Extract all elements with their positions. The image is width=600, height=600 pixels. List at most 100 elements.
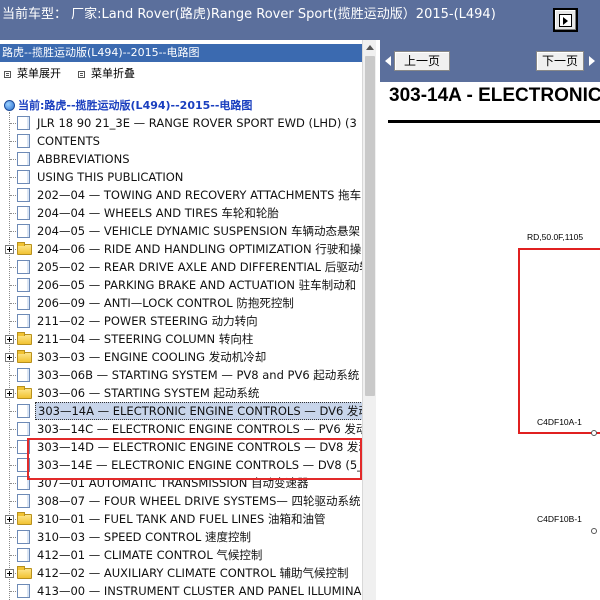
document-icon xyxy=(17,548,30,562)
tree-item[interactable]: 412—01 — CLIMATE CONTROL 气候控制 xyxy=(0,546,362,564)
tree-item-label: 303—06 — STARTING SYSTEM 起动系统 xyxy=(37,386,260,400)
folder-icon xyxy=(17,332,32,345)
document-icon xyxy=(17,116,30,130)
tree-item[interactable]: 303—03 — ENGINE COOLING 发动机冷却 xyxy=(0,348,362,366)
tree-item[interactable]: 413—00 — INSTRUMENT CLUSTER AND PANEL IL… xyxy=(0,582,362,600)
globe-icon xyxy=(4,99,15,111)
scroll-thumb[interactable] xyxy=(365,56,375,396)
tree-scrollbar[interactable] xyxy=(362,40,376,600)
wire-label: RD,50.0F,1105 xyxy=(527,232,584,242)
document-icon xyxy=(17,530,30,544)
expand-menu-button[interactable]: 菜单展开 xyxy=(4,66,61,82)
expand-plus-icon[interactable] xyxy=(5,335,14,344)
tree-item-label: 211—02 — POWER STEERING 动力转向 xyxy=(37,314,258,328)
collapse-menu-button[interactable]: 菜单折叠 xyxy=(78,66,135,82)
expand-plus-icon[interactable] xyxy=(5,515,14,524)
tree-item-label: JLR 18 90 21_3E — RANGE ROVER SPORT EWD … xyxy=(37,116,357,130)
folder-icon xyxy=(17,386,32,399)
previous-page-button[interactable]: 上一页 xyxy=(394,51,450,71)
tree-item-selected[interactable]: 303—14A — ELECTRONIC ENGINE CONTROLS — D… xyxy=(0,402,362,420)
tree-item[interactable]: 204—05 — VEHICLE DYNAMIC SUSPENSION 车辆动态… xyxy=(0,222,362,240)
connector-label: C4DF10B-1 xyxy=(537,514,582,524)
annotation-highlight-box xyxy=(27,438,362,480)
document-icon xyxy=(17,260,30,274)
tree-item-label: 204—04 — WHEELS AND TIRES 车轮和轮胎 xyxy=(37,206,279,220)
tree-item-label: 204—05 — VEHICLE DYNAMIC SUSPENSION 车辆动态… xyxy=(37,224,360,238)
tree-item-label: 412—01 — CLIMATE CONTROL 气候控制 xyxy=(37,548,263,562)
list-icon xyxy=(78,70,85,78)
tree-item-label: USING THIS PUBLICATION xyxy=(37,170,184,184)
tree-item[interactable]: ABBREVIATIONS xyxy=(0,150,362,168)
scroll-up-button[interactable] xyxy=(363,40,377,54)
document-icon xyxy=(17,404,30,418)
tree-item[interactable]: 303—06 — STARTING SYSTEM 起动系统 xyxy=(0,384,362,402)
tree-item-label: 202—04 — TOWING AND RECOVERY ATTACHMENTS… xyxy=(37,188,362,202)
document-title-bar: 路虎--揽胜运动版(L494)--2015--电路图 xyxy=(0,44,362,62)
tree-item[interactable]: 211—02 — POWER STEERING 动力转向 xyxy=(0,312,362,330)
tree-item-label: 308—07 — FOUR WHEEL DRIVE SYSTEMS— 四轮驱动系… xyxy=(37,494,361,508)
tree-item-label: 303—06B — STARTING SYSTEM — PV8 and PV6 … xyxy=(37,368,360,382)
tree-item[interactable]: 303—06B — STARTING SYSTEM — PV8 and PV6 … xyxy=(0,366,362,384)
connector-terminal xyxy=(591,430,597,436)
folder-icon xyxy=(17,512,32,525)
tree-item[interactable]: 310—03 — SPEED CONTROL 速度控制 xyxy=(0,528,362,546)
tree-root-label: 当前:路虎--揽胜运动版(L494)--2015--电路图 xyxy=(18,99,253,112)
tree-item-label: 303—14A — ELECTRONIC ENGINE CONTROLS — D… xyxy=(35,402,362,420)
folder-icon xyxy=(17,350,32,363)
tree-item[interactable]: USING THIS PUBLICATION xyxy=(0,168,362,186)
tree-item[interactable]: CONTENTS xyxy=(0,132,362,150)
tree-item-label: 206—09 — ANTI—LOCK CONTROL 防抱死控制 xyxy=(37,296,294,310)
tree-item[interactable]: 310—01 — FUEL TANK AND FUEL LINES 油箱和油管 xyxy=(0,510,362,528)
document-icon xyxy=(17,368,30,382)
tree-item-label: 413—00 — INSTRUMENT CLUSTER AND PANEL IL… xyxy=(37,584,362,598)
tree-item[interactable]: 308—07 — FOUR WHEEL DRIVE SYSTEMS— 四轮驱动系… xyxy=(0,492,362,510)
window-toggle-button[interactable] xyxy=(553,8,578,32)
arrow-up-icon xyxy=(366,44,374,50)
document-icon xyxy=(17,314,30,328)
app-window: 当前车型： 厂家:Land Rover(路虎)Range Rover Sport… xyxy=(0,0,600,600)
connector-label: C4DF10A-1 xyxy=(537,417,582,427)
expand-plus-icon[interactable] xyxy=(5,245,14,254)
tree-item[interactable]: 206—09 — ANTI—LOCK CONTROL 防抱死控制 xyxy=(0,294,362,312)
tree-item-label: CONTENTS xyxy=(37,134,100,148)
collapse-menu-label: 菜单折叠 xyxy=(91,67,135,80)
tree-item-label: 412—02 — AUXILIARY CLIMATE CONTROL 辅助气候控… xyxy=(37,566,349,580)
tree-item[interactable]: 412—02 — AUXILIARY CLIMATE CONTROL 辅助气候控… xyxy=(0,564,362,582)
tree-item[interactable]: 206—05 — PARKING BRAKE AND ACTUATION 驻车制… xyxy=(0,276,362,294)
document-icon xyxy=(17,170,30,184)
document-icon xyxy=(17,134,30,148)
tree-item[interactable]: 202—04 — TOWING AND RECOVERY ATTACHMENTS… xyxy=(0,186,362,204)
document-icon xyxy=(17,296,30,310)
expand-plus-icon[interactable] xyxy=(5,389,14,398)
tree-item[interactable]: 205—02 — REAR DRIVE AXLE AND DIFFERENTIA… xyxy=(0,258,362,276)
play-icon xyxy=(559,13,572,27)
current-vehicle-label: 当前车型： 厂家:Land Rover(路虎)Range Rover Sport… xyxy=(2,7,496,22)
triangle-right-icon xyxy=(589,56,595,66)
tree-item-label: 206—05 — PARKING BRAKE AND ACTUATION 驻车制… xyxy=(37,278,357,292)
tree-item-label: 303—14C — ELECTRONIC ENGINE CONTROLS — P… xyxy=(37,422,362,436)
tree-item-label: 205—02 — REAR DRIVE AXLE AND DIFFERENTIA… xyxy=(37,260,362,274)
triangle-left-icon xyxy=(385,56,391,66)
list-icon xyxy=(4,70,11,78)
document-icon xyxy=(17,278,30,292)
expand-plus-icon[interactable] xyxy=(5,569,14,578)
tree-item-label: 211—04 — STEERING COLUMN 转向柱 xyxy=(37,332,254,346)
tree-item[interactable]: 303—14C — ELECTRONIC ENGINE CONTROLS — P… xyxy=(0,420,362,438)
tree-item[interactable]: 204—06 — RIDE AND HANDLING OPTIMIZATION … xyxy=(0,240,362,258)
document-icon xyxy=(17,152,30,166)
diagram-viewer: 上一页 下一页 303-14A - ELECTRONIC ENGINE CONT… xyxy=(380,40,600,600)
expand-plus-icon[interactable] xyxy=(5,353,14,362)
top-bar: 当前车型： 厂家:Land Rover(路虎)Range Rover Sport… xyxy=(0,0,600,40)
expand-menu-label: 菜单展开 xyxy=(17,67,61,80)
tree-item[interactable]: 211—04 — STEERING COLUMN 转向柱 xyxy=(0,330,362,348)
tree-item[interactable]: 204—04 — WHEELS AND TIRES 车轮和轮胎 xyxy=(0,204,362,222)
next-page-button[interactable]: 下一页 xyxy=(536,51,584,71)
diagram-title: 303-14A - ELECTRONIC ENGINE CONTROLS xyxy=(389,85,600,106)
navigation-panel: 路虎--揽胜运动版(L494)--2015--电路图 菜单展开 菜单折叠 当前:… xyxy=(0,40,376,600)
document-icon xyxy=(17,422,30,436)
connector-terminal xyxy=(591,528,597,534)
tree-root[interactable]: 当前:路虎--揽胜运动版(L494)--2015--电路图 xyxy=(4,96,252,114)
tree-item[interactable]: JLR 18 90 21_3E — RANGE ROVER SPORT EWD … xyxy=(0,114,362,132)
document-icon xyxy=(17,188,30,202)
folder-icon xyxy=(17,566,32,579)
